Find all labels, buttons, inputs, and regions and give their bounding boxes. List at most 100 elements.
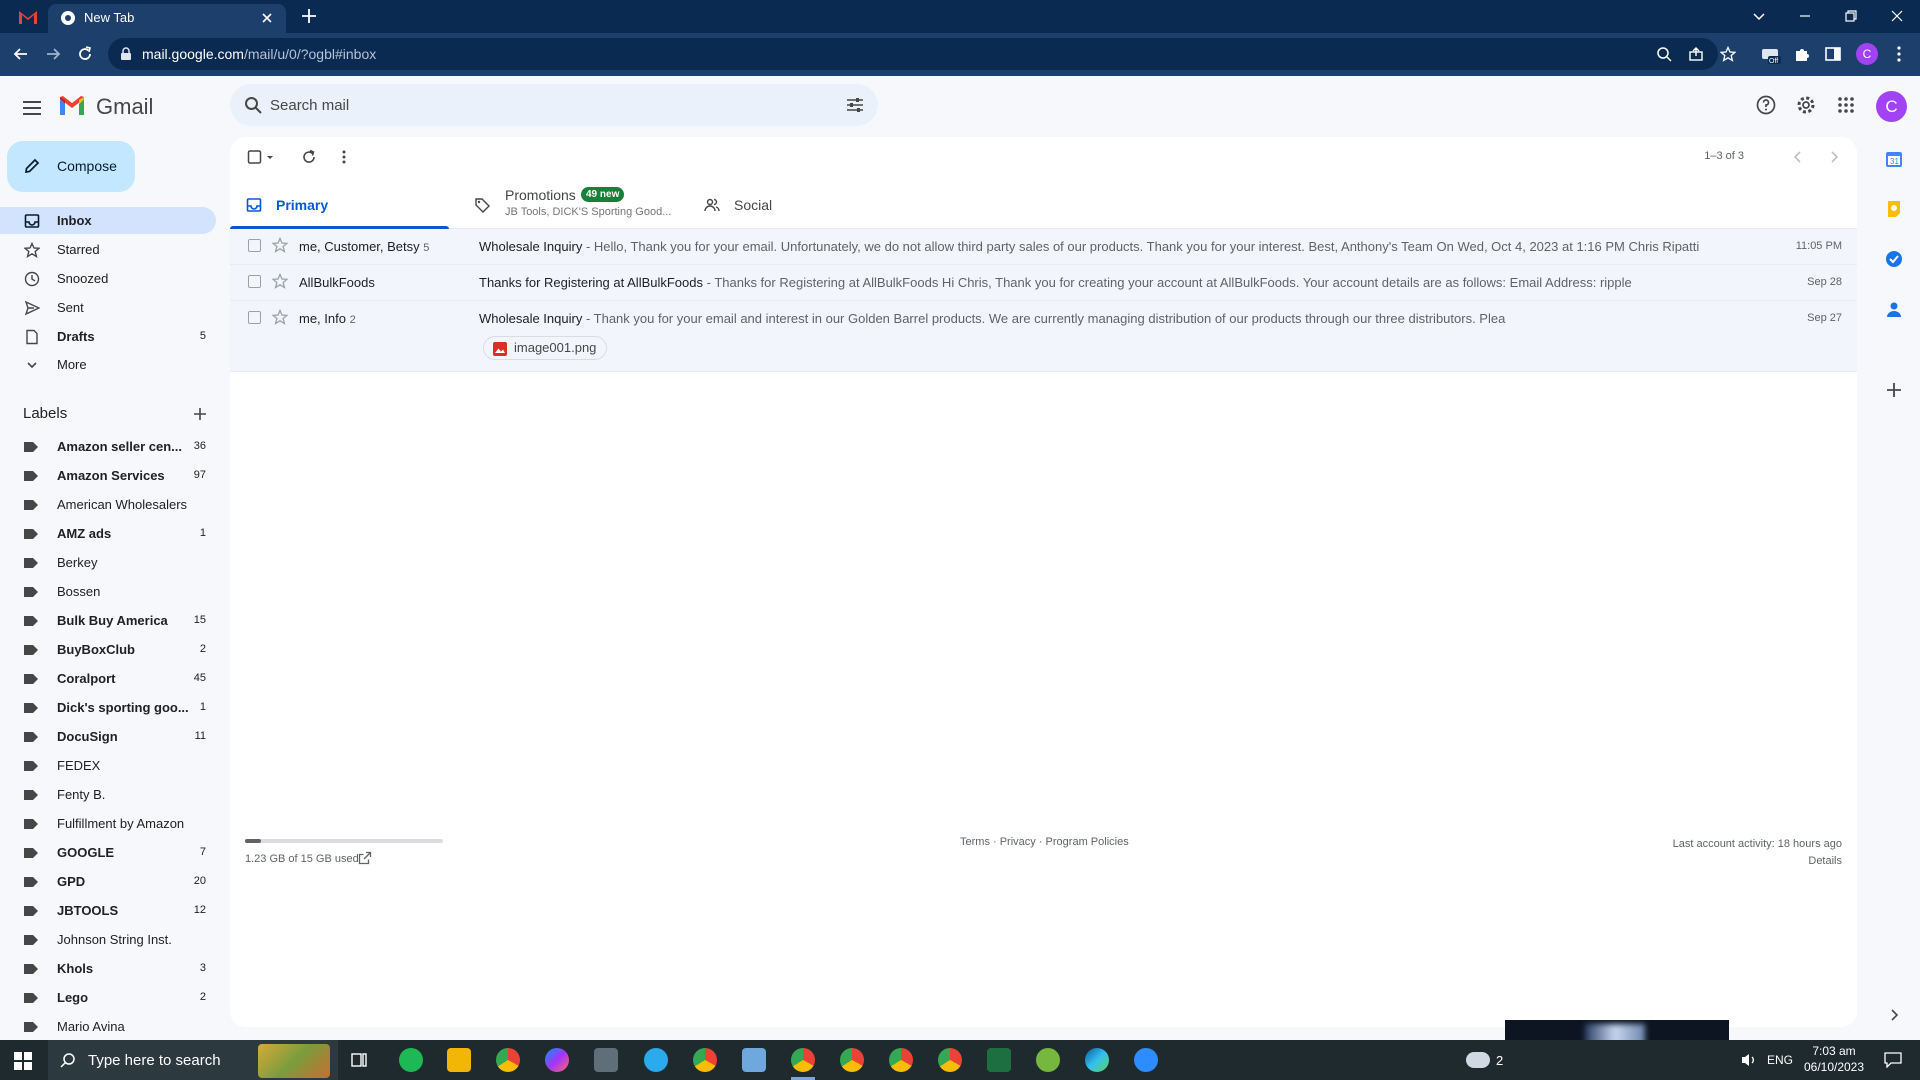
open-storage-icon[interactable]: [358, 851, 372, 865]
excel-icon[interactable]: [987, 1048, 1011, 1072]
email-row[interactable]: me, Customer, Betsy 5 Wholesale Inquiry -…: [230, 229, 1857, 265]
chrome-app-icon[interactable]: [496, 1048, 520, 1072]
email-checkbox[interactable]: [248, 275, 261, 288]
sidebar-label-item[interactable]: Amazon Services 97: [0, 463, 216, 489]
newer-chevron-icon[interactable]: [1790, 149, 1806, 165]
calendar-icon[interactable]: 31: [1885, 150, 1903, 168]
email-row[interactable]: me, Info 2 Wholesale Inquiry - Thank you …: [230, 301, 1857, 372]
utorrent-icon[interactable]: [1036, 1048, 1060, 1072]
attachment-chip[interactable]: image001.png: [483, 336, 608, 360]
footer-links[interactable]: Terms · Privacy · Program Policies: [960, 836, 1129, 848]
volume-icon[interactable]: [1740, 1052, 1758, 1068]
contacts-icon[interactable]: [1885, 300, 1903, 318]
sidebar-label-item[interactable]: Dick's sporting goo... 1: [0, 695, 216, 721]
new-tab-icon[interactable]: [300, 7, 318, 25]
sidebar-label-item[interactable]: Fulfillment by Amazon: [0, 811, 216, 837]
zoom-app-icon[interactable]: [1134, 1048, 1158, 1072]
search-options-icon[interactable]: [846, 96, 864, 114]
windows-start-icon[interactable]: [14, 1052, 32, 1070]
gmail-brand[interactable]: Gmail: [96, 94, 153, 120]
notes-app-icon[interactable]: [742, 1048, 766, 1072]
star-icon[interactable]: [272, 237, 288, 253]
email-row[interactable]: AllBulkFoods Thanks for Registering at A…: [230, 265, 1857, 301]
sidebar-label-item[interactable]: AMZ ads 1: [0, 521, 216, 547]
forward-icon[interactable]: [44, 45, 62, 63]
keep-icon[interactable]: [1885, 200, 1903, 218]
chrome-active-icon[interactable]: [791, 1048, 815, 1072]
sidebar-label-item[interactable]: Bulk Buy America 15: [0, 608, 216, 634]
edge-icon[interactable]: [1085, 1048, 1109, 1072]
calculator-icon[interactable]: [594, 1048, 618, 1072]
back-icon[interactable]: [12, 45, 30, 63]
refresh-icon[interactable]: [301, 149, 317, 165]
sidebar-label-item[interactable]: Johnson String Inst.: [0, 927, 216, 953]
sidebar-label-item[interactable]: BuyBoxClub 2: [0, 637, 216, 663]
tab-search-icon[interactable]: [1750, 7, 1768, 25]
side-panel-icon[interactable]: [1824, 45, 1842, 63]
sidebar-item-sent[interactable]: Sent: [0, 294, 216, 321]
tasks-icon[interactable]: [1885, 250, 1903, 268]
details-link[interactable]: Details: [1673, 853, 1842, 870]
file-explorer-icon[interactable]: [447, 1048, 471, 1072]
lock-icon[interactable]: [120, 47, 132, 61]
compose-button[interactable]: Compose: [7, 141, 135, 192]
sidebar-label-item[interactable]: GOOGLE 7: [0, 840, 216, 866]
sidebar-label-item[interactable]: Khols 3: [0, 956, 216, 982]
sidebar-label-item[interactable]: DocuSign 11: [0, 724, 216, 750]
older-chevron-icon[interactable]: [1826, 149, 1842, 165]
clock[interactable]: 7:03 am 06/10/2023: [1800, 1044, 1868, 1074]
extension-off-icon[interactable]: Off: [1760, 45, 1782, 65]
account-avatar[interactable]: C: [1876, 91, 1907, 122]
select-all-control[interactable]: [247, 149, 279, 165]
email-checkbox[interactable]: [248, 311, 261, 324]
sidebar-label-item[interactable]: Fenty B.: [0, 782, 216, 808]
chrome-profile-icon[interactable]: [693, 1048, 717, 1072]
star-icon[interactable]: [272, 309, 288, 325]
sidebar-item-starred[interactable]: Starred: [0, 236, 216, 263]
minimize-icon[interactable]: [1796, 7, 1814, 25]
browser-menu-icon[interactable]: [1890, 45, 1908, 63]
email-checkbox[interactable]: [248, 239, 261, 252]
bookmark-star-icon[interactable]: [1720, 46, 1736, 62]
sidebar-label-item[interactable]: GPD 20: [0, 869, 216, 895]
gmail-logo-icon[interactable]: [58, 95, 86, 117]
sidebar-item-inbox[interactable]: Inbox: [0, 207, 216, 234]
spotify-icon[interactable]: [399, 1048, 423, 1072]
chrome-profile-h-icon[interactable]: [938, 1048, 962, 1072]
help-icon[interactable]: [1756, 95, 1776, 115]
sidebar-label-item[interactable]: FEDEX: [0, 753, 216, 779]
weather-icon[interactable]: [1466, 1052, 1490, 1068]
chrome-profile-s-icon[interactable]: [889, 1048, 913, 1072]
close-tab-icon[interactable]: [260, 11, 274, 25]
messenger-icon[interactable]: [545, 1048, 569, 1072]
taskbar-search[interactable]: Type here to search: [48, 1040, 338, 1080]
sidebar-item-snoozed[interactable]: Snoozed: [0, 265, 216, 292]
browser-profile-avatar[interactable]: C: [1856, 43, 1878, 65]
hide-side-panel-icon[interactable]: [1885, 1006, 1903, 1024]
sidebar-label-item[interactable]: Mario Avina: [0, 1014, 216, 1040]
get-addons-icon[interactable]: [1885, 381, 1903, 399]
sidebar-item-drafts[interactable]: Drafts 5: [0, 323, 216, 350]
tab-primary[interactable]: Primary: [230, 179, 449, 229]
star-icon[interactable]: [272, 273, 288, 289]
sidebar-label-item[interactable]: JBTOOLS 12: [0, 898, 216, 924]
tab-social[interactable]: Social: [688, 179, 888, 229]
search-input[interactable]: [270, 94, 790, 116]
settings-gear-icon[interactable]: [1796, 95, 1816, 115]
sidebar-label-item[interactable]: Lego 2: [0, 985, 216, 1011]
more-options-icon[interactable]: [336, 149, 352, 165]
main-menu-icon[interactable]: [20, 96, 44, 120]
language-indicator[interactable]: ENG: [1767, 1053, 1793, 1067]
sidebar-label-item[interactable]: Berkey: [0, 550, 216, 576]
chrome-profile-i-icon[interactable]: [840, 1048, 864, 1072]
sidebar-label-item[interactable]: Bossen: [0, 579, 216, 605]
reload-icon[interactable]: [76, 45, 94, 63]
sidebar-label-item[interactable]: American Wholesalers: [0, 492, 216, 518]
close-window-icon[interactable]: [1888, 7, 1906, 25]
sidebar-item-more[interactable]: More: [0, 351, 216, 378]
notifications-icon[interactable]: [1884, 1052, 1902, 1068]
search-icon[interactable]: [244, 96, 262, 114]
extensions-puzzle-icon[interactable]: [1793, 45, 1811, 63]
restore-icon[interactable]: [1842, 7, 1860, 25]
share-icon[interactable]: [1688, 46, 1704, 62]
